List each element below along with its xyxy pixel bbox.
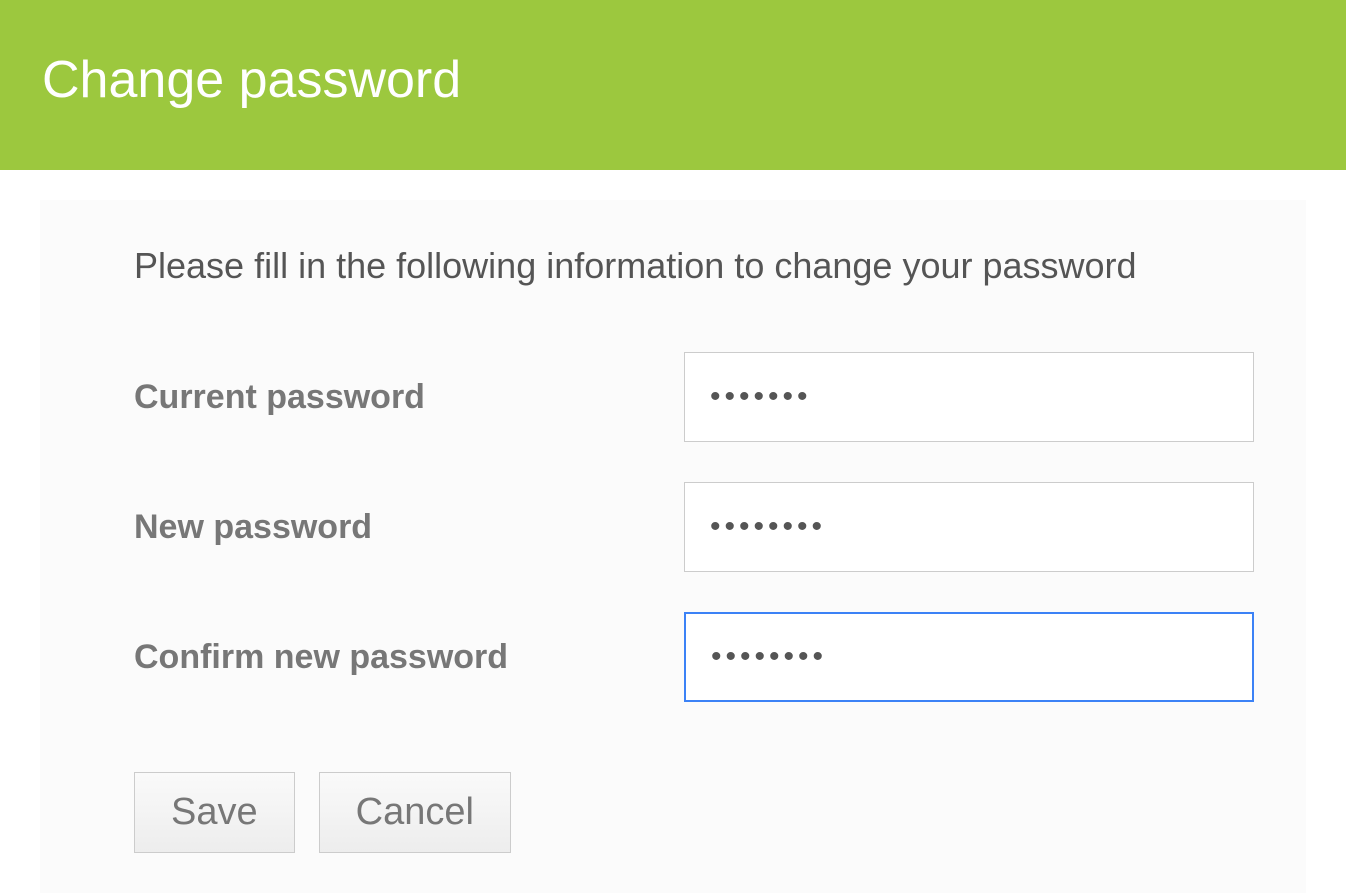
save-button[interactable]: Save <box>134 772 295 853</box>
new-password-label: New password <box>134 508 684 547</box>
cancel-button[interactable]: Cancel <box>319 772 511 853</box>
current-password-row: Current password <box>78 352 1268 442</box>
form-instruction: Please fill in the following information… <box>78 240 1268 292</box>
page-header: Change password <box>0 0 1346 170</box>
confirm-password-label: Confirm new password <box>134 638 684 677</box>
confirm-password-row: Confirm new password <box>78 612 1268 702</box>
page-title: Change password <box>42 50 461 110</box>
button-row: Save Cancel <box>78 772 1268 853</box>
current-password-label: Current password <box>134 378 684 417</box>
current-password-input[interactable] <box>684 352 1254 442</box>
form-container: Please fill in the following information… <box>40 200 1306 893</box>
confirm-password-input[interactable] <box>684 612 1254 702</box>
new-password-row: New password <box>78 482 1268 572</box>
new-password-input[interactable] <box>684 482 1254 572</box>
